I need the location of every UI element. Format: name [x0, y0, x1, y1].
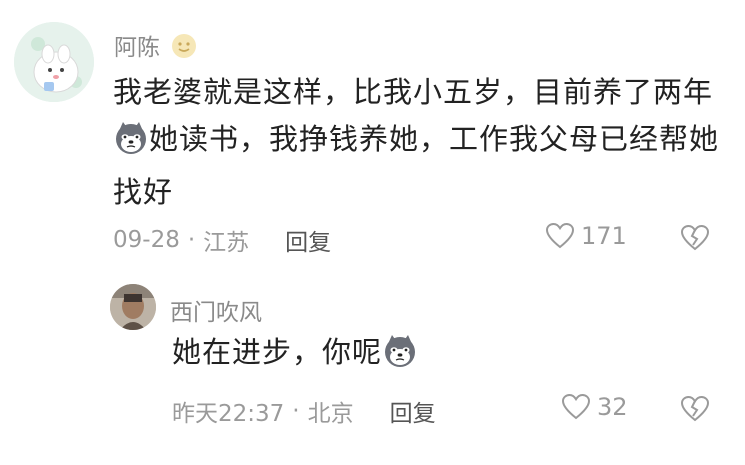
comment-author[interactable]: 阿陈	[114, 28, 197, 65]
like-button[interactable]: 171	[545, 222, 627, 250]
reply-text-content: 她在进步，你呢	[172, 335, 383, 369]
reply-button[interactable]: 回复	[390, 394, 436, 428]
comment-text: 我老婆就是这样，比我小五岁，目前养了两年 她读书，我挣钱养她，工作我父母已经帮她…	[113, 69, 733, 216]
comment-meta: 09-28 · 江苏 回复	[113, 223, 331, 257]
reply-location: 北京	[307, 401, 354, 427]
avatar[interactable]	[14, 22, 94, 102]
reply-button[interactable]: 回复	[285, 223, 331, 257]
reply-meta: 昨天22:37 · 北京 回复	[172, 394, 436, 428]
meta-separator: ·	[187, 227, 196, 253]
author-name[interactable]: 阿陈	[114, 35, 160, 61]
comment-date: 09-28	[113, 227, 180, 253]
heart-icon[interactable]	[545, 222, 575, 250]
avatar[interactable]	[110, 284, 156, 330]
dislike-button[interactable]	[680, 395, 710, 427]
broken-heart-icon[interactable]	[680, 224, 710, 252]
husky-emoji-icon	[383, 334, 417, 382]
reply-date: 昨天22:37	[172, 401, 285, 427]
comment-thread: 阿陈 我老婆就是这样，比我小五岁，目前养了两年她读书，我挣钱养她，工作我父母已经…	[0, 0, 745, 465]
like-button[interactable]: 32	[561, 393, 628, 421]
reply-text: 她在进步，你呢	[172, 329, 712, 382]
comment-text-part-2: 她读书，我挣钱养她，工作我父母已经帮她找好	[113, 122, 720, 209]
comment-location: 江苏	[203, 230, 250, 256]
broken-heart-icon[interactable]	[680, 395, 710, 423]
like-count: 171	[581, 222, 627, 250]
reply-author[interactable]: 西门吹风	[170, 293, 262, 327]
meta-separator: ·	[292, 398, 300, 424]
comment-text-part-1: 我老婆就是这样，比我小五岁，目前养了两年	[113, 75, 714, 109]
emoji-smile-icon	[171, 33, 197, 65]
heart-icon[interactable]	[561, 393, 591, 421]
husky-emoji-icon	[114, 121, 148, 169]
like-count: 32	[597, 393, 628, 421]
dislike-button[interactable]	[680, 224, 710, 256]
